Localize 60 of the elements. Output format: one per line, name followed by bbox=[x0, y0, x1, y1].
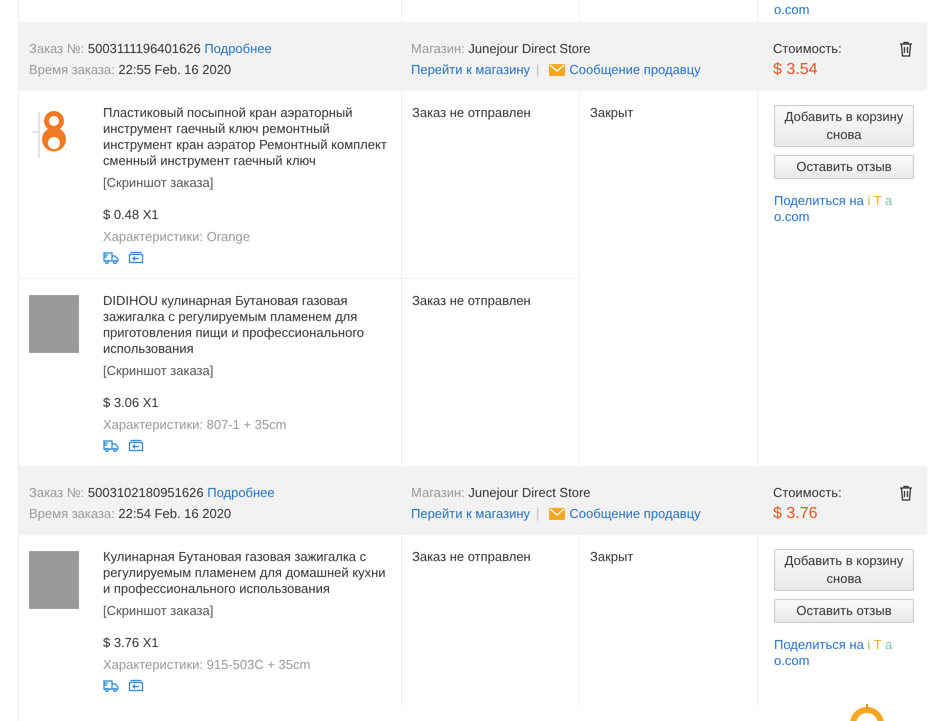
order-cost: $ 3.76 bbox=[773, 504, 818, 524]
envelope-icon[interactable] bbox=[549, 64, 566, 76]
cost-label: Стоимость: bbox=[773, 40, 842, 58]
return-box-icon[interactable] bbox=[128, 679, 144, 692]
store-name: Junejour Direct Store bbox=[468, 485, 591, 500]
store-label: Магазин: bbox=[411, 485, 465, 500]
trash-icon[interactable] bbox=[899, 40, 913, 56]
order-status: Закрыт bbox=[590, 105, 634, 120]
cost-label: Стоимость: bbox=[773, 484, 842, 502]
store-name: Junejour Direct Store bbox=[468, 41, 591, 56]
share-link[interactable]: Поделиться на i T a o.com bbox=[774, 637, 904, 669]
snapshot-link[interactable]: [Скриншот заказа] bbox=[103, 363, 395, 379]
share-link[interactable]: Поделиться на i T a o.com bbox=[774, 193, 904, 225]
product-title[interactable]: Пластиковый посыпной кран аэраторный инструмент гаечный ключ ремонтный инструмент кран аэратор Ремонтный комплект сменный инструмент гаечный ключ bbox=[103, 105, 395, 169]
order-cost: $ 3.54 bbox=[773, 60, 818, 80]
details-link[interactable]: Подробнее bbox=[204, 41, 272, 56]
shipping-status: Заказ не отправлен bbox=[412, 549, 531, 564]
store-label: Магазин: bbox=[411, 41, 465, 56]
separator: | bbox=[536, 506, 540, 521]
order-time: 22:54 Feb. 16 2020 bbox=[118, 506, 232, 521]
truck-icon[interactable] bbox=[103, 251, 119, 264]
separator: | bbox=[536, 62, 540, 77]
message-seller-link[interactable]: Сообщение продавцу bbox=[569, 62, 701, 77]
message-seller-link[interactable]: Сообщение продавцу bbox=[569, 506, 701, 521]
envelope-icon[interactable] bbox=[549, 508, 566, 520]
add-to-cart-again-button[interactable]: Добавить в корзину снова bbox=[774, 549, 914, 591]
order-time-label: Время заказа: bbox=[29, 62, 115, 77]
trash-icon[interactable] bbox=[899, 484, 913, 500]
product-title[interactable]: DIDIHOU кулинарная Бутановая газовая зажигалка с регулируемым пламенем для приготовления пищи и профессионального использования bbox=[103, 293, 395, 357]
store-link[interactable]: Перейти к магазину bbox=[411, 506, 530, 521]
product-price: $ 3.76 X1 bbox=[103, 635, 160, 651]
share-link[interactable]: o.com bbox=[774, 2, 810, 17]
order-number: 5003102180951626 bbox=[88, 485, 204, 500]
shipping-status: Заказ не отправлен bbox=[412, 105, 531, 120]
leave-review-button[interactable]: Оставить отзыв bbox=[774, 599, 914, 623]
product-specs: Характеристики: 915-503C + 35cm bbox=[103, 657, 312, 673]
add-to-cart-again-button[interactable]: Добавить в корзину снова bbox=[774, 105, 914, 147]
order-number: 5003111196401626 bbox=[88, 41, 201, 56]
truck-icon[interactable] bbox=[103, 679, 119, 692]
order-time: 22:55 Feb. 16 2020 bbox=[118, 62, 232, 77]
order-number-label: Заказ №: bbox=[29, 41, 84, 56]
product-title[interactable]: Кулинарная Бутановая газовая зажигалка с регулируемым пламенем для домашней кухни и профессионального использования bbox=[103, 549, 395, 597]
order-time-label: Время заказа: bbox=[29, 506, 115, 521]
photo-placeholder bbox=[29, 295, 79, 353]
return-box-icon[interactable] bbox=[128, 251, 144, 264]
leave-review-button[interactable]: Оставить отзыв bbox=[774, 155, 914, 179]
product-price: $ 3.06 X1 bbox=[103, 395, 160, 411]
shipping-status: Заказ не отправлен bbox=[412, 293, 531, 308]
photo-placeholder bbox=[29, 551, 79, 609]
return-box-icon[interactable] bbox=[128, 439, 144, 452]
details-link[interactable]: Подробнее bbox=[207, 485, 275, 500]
snapshot-link[interactable]: [Скриншот заказа] bbox=[103, 175, 395, 191]
order-number-label: Заказ №: bbox=[29, 485, 84, 500]
order-status: Закрыт bbox=[590, 549, 634, 564]
snapshot-link[interactable]: [Скриншот заказа] bbox=[103, 603, 395, 619]
truck-icon[interactable] bbox=[103, 439, 119, 452]
product-specs: Характеристики: Orange bbox=[103, 229, 251, 245]
product-specs: Характеристики: 807-1 + 35cm bbox=[103, 417, 288, 433]
store-link[interactable]: Перейти к магазину bbox=[411, 62, 530, 77]
product-price: $ 0.48 X1 bbox=[103, 207, 160, 223]
